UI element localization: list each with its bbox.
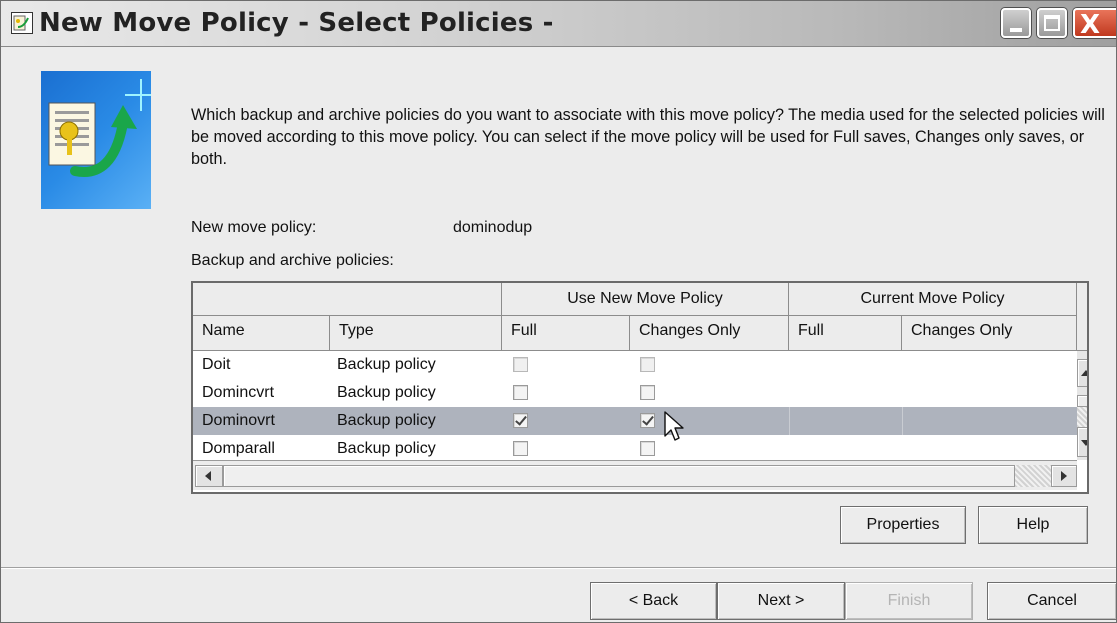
- back-button[interactable]: < Back: [590, 582, 717, 620]
- mouse-pointer-icon: [663, 410, 685, 449]
- title-bar[interactable]: New Move Policy - Select Policies - X: [1, 1, 1116, 47]
- arrow-down-icon: [1081, 440, 1087, 446]
- table-row[interactable]: Domparall Backup policy: [193, 435, 1077, 463]
- scroll-right-button[interactable]: [1051, 465, 1077, 487]
- scroll-thumb[interactable]: [1077, 395, 1087, 407]
- use-changes-checkbox[interactable]: [640, 385, 655, 400]
- window-title: New Move Policy - Select Policies -: [39, 8, 554, 38]
- move-policy-value: dominodup: [453, 219, 533, 236]
- scroll-left-button[interactable]: [195, 465, 223, 487]
- policies-table[interactable]: Use New Move Policy Current Move Policy …: [191, 281, 1089, 494]
- table-row[interactable]: Domincvrt Backup policy: [193, 379, 1077, 407]
- use-full-checkbox[interactable]: [513, 413, 528, 428]
- policy-type: Backup policy: [337, 384, 436, 401]
- column-header-type[interactable]: Type: [330, 316, 502, 351]
- group-header-current: Current Move Policy: [789, 283, 1077, 316]
- policy-name: Dominovrt: [202, 412, 275, 429]
- next-button[interactable]: Next >: [717, 582, 845, 620]
- properties-button[interactable]: Properties: [840, 506, 966, 544]
- use-changes-checkbox[interactable]: [640, 413, 655, 428]
- finish-button[interactable]: Finish: [845, 582, 973, 620]
- column-header-current-changes[interactable]: Changes Only: [902, 316, 1077, 351]
- scroll-track[interactable]: [1015, 465, 1051, 487]
- app-icon: [11, 12, 33, 34]
- policy-name: Domincvrt: [202, 384, 275, 401]
- group-header-use-new: Use New Move Policy: [502, 283, 789, 316]
- horizontal-scrollbar[interactable]: [193, 460, 1077, 490]
- cancel-button[interactable]: Cancel: [987, 582, 1116, 620]
- close-icon[interactable]: X: [1073, 8, 1116, 40]
- footer-divider: [1, 567, 1116, 569]
- use-full-checkbox[interactable]: [513, 441, 528, 456]
- arrow-right-icon: [1061, 471, 1067, 481]
- scroll-up-button[interactable]: [1077, 359, 1087, 387]
- policy-type: Backup policy: [337, 412, 436, 429]
- policies-list-label: Backup and archive policies:: [191, 252, 394, 269]
- table-row-selected[interactable]: Dominovrt Backup policy: [193, 407, 1077, 435]
- column-header-current-full[interactable]: Full: [789, 316, 902, 351]
- help-button[interactable]: Help: [978, 506, 1088, 544]
- vertical-scrollbar[interactable]: [1077, 351, 1087, 460]
- scroll-down-button[interactable]: [1077, 427, 1087, 457]
- arrow-up-icon: [1081, 370, 1087, 376]
- policy-name: Domparall: [202, 440, 275, 457]
- move-policy-label: New move policy:: [191, 219, 317, 236]
- column-header-name[interactable]: Name: [193, 316, 330, 351]
- use-changes-checkbox[interactable]: [640, 357, 655, 372]
- cell-divider: [789, 407, 790, 435]
- use-changes-checkbox[interactable]: [640, 441, 655, 456]
- column-header-use-changes[interactable]: Changes Only: [630, 316, 789, 351]
- policy-type: Backup policy: [337, 356, 436, 373]
- cell-divider: [902, 407, 903, 435]
- arrow-left-icon: [205, 471, 211, 481]
- table-header-corner: [1077, 283, 1087, 351]
- scroll-track[interactable]: [1077, 407, 1087, 427]
- maximize-icon[interactable]: [1037, 8, 1067, 38]
- table-header-blank: [193, 283, 502, 316]
- policy-document-arrow-icon: [41, 71, 151, 209]
- policy-type: Backup policy: [337, 440, 436, 457]
- scroll-thumb[interactable]: [223, 465, 1015, 487]
- description-text: Which backup and archive policies do you…: [191, 106, 1105, 168]
- table-row[interactable]: Doit Backup policy: [193, 351, 1077, 379]
- dialog-window: New Move Policy - Select Policies - X Wh…: [0, 0, 1117, 623]
- minimize-icon[interactable]: [1001, 8, 1031, 38]
- column-header-use-full[interactable]: Full: [502, 316, 630, 351]
- use-full-checkbox[interactable]: [513, 385, 528, 400]
- policy-name: Doit: [202, 356, 231, 373]
- use-full-checkbox[interactable]: [513, 357, 528, 372]
